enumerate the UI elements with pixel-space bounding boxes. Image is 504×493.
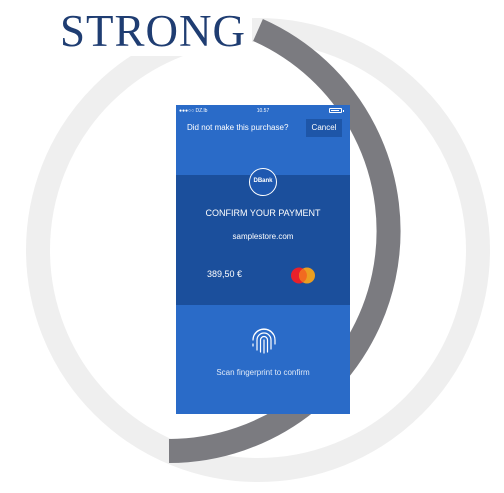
cancel-button[interactable]: Cancel	[306, 119, 342, 137]
bank-logo: DBank	[249, 168, 277, 196]
status-time: 10.57	[256, 108, 270, 114]
scan-instruction: Scan fingerprint to confirm	[216, 368, 310, 377]
status-bar: ●●●○○ DZ.lb 10.57	[176, 105, 350, 117]
battery-icon	[329, 108, 344, 113]
phone-screen: ●●●○○ DZ.lb 10.57 Did not make this purc…	[176, 105, 350, 414]
headline-strong: STRONG	[58, 6, 253, 56]
confirm-title: CONFIRM YOUR PAYMENT	[205, 208, 321, 218]
dispute-prompt: Did not make this purchase?	[187, 123, 289, 132]
top-bar: Did not make this purchase? Cancel	[176, 117, 350, 139]
payment-amount: 389,50 €	[207, 269, 243, 279]
mastercard-icon	[291, 267, 315, 284]
fingerprint-icon[interactable]	[250, 325, 278, 355]
merchant-name: samplestore.com	[232, 232, 294, 241]
